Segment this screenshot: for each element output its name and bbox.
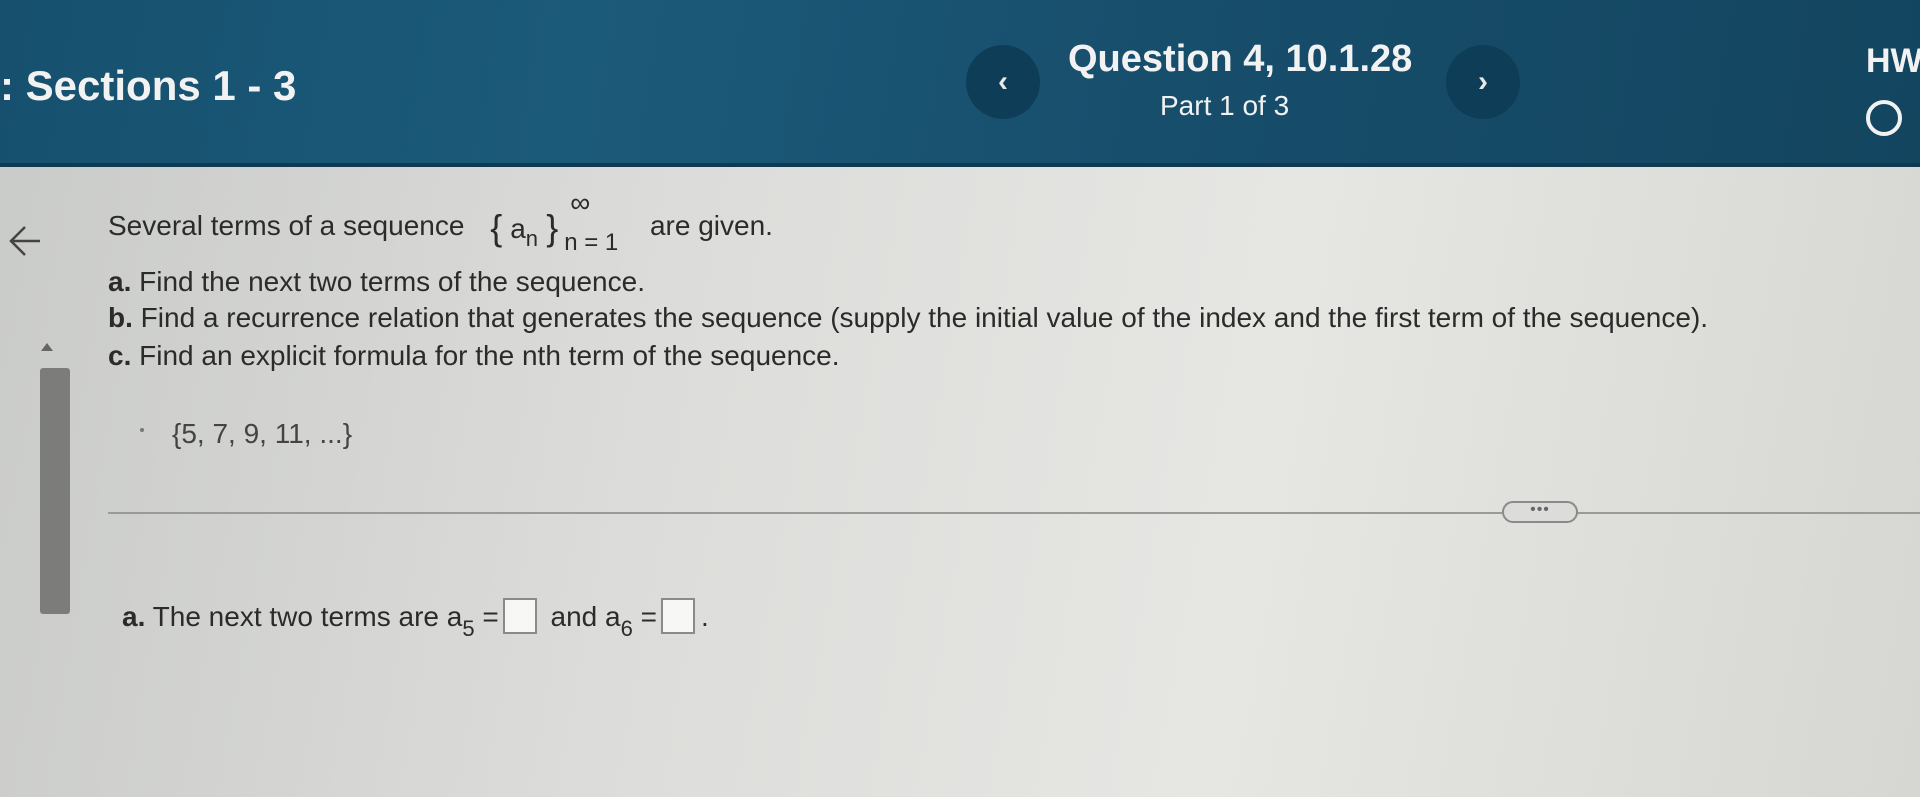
intro-prefix: Several terms of a sequence — [108, 210, 465, 241]
section-title: : Sections 1 - 3 — [0, 62, 297, 109]
previous-question-button[interactable]: ‹ — [966, 45, 1040, 119]
score-circle-icon[interactable] — [1866, 100, 1902, 136]
header-divider — [0, 163, 1920, 167]
sequence-brace-right: } — [546, 206, 559, 248]
chevron-left-icon: ‹ — [998, 65, 1008, 98]
a6-label: a6 — [605, 601, 633, 641]
chevron-right-icon: › — [1478, 65, 1488, 98]
sequence-brace-left: { — [490, 206, 503, 248]
intro-suffix: are given. — [649, 210, 773, 241]
section-divider — [108, 512, 1920, 514]
question-title: Question 4, 10.1.28 — [1068, 38, 1413, 80]
header-bar: : Sections 1 - 3 ‹ Question 4, 10.1.28 P… — [0, 0, 1920, 167]
triangle-up-icon[interactable] — [40, 342, 54, 352]
a6-answer-input[interactable] — [660, 598, 695, 634]
answer-part-a: a. The next two terms are a5 = and a6 =. — [122, 598, 709, 642]
sequence-lower-bound: n = 1 — [564, 228, 619, 256]
next-question-button[interactable]: › — [1446, 45, 1520, 119]
part-a-instruction: a. Find the next two terms of the sequen… — [108, 266, 645, 297]
a5-answer-input[interactable] — [502, 598, 537, 634]
sequence-upper-bound: ∞ — [570, 186, 591, 218]
a5-label: a5 — [446, 601, 475, 641]
more-options-button[interactable]: ••• — [1502, 501, 1578, 523]
part-c-instruction: c. Find an explicit formula for the nth … — [108, 340, 840, 371]
question-part-label: Part 1 of 3 — [1160, 90, 1290, 121]
sequence-term: an — [510, 212, 539, 251]
hw-score-label: HW — [1866, 42, 1920, 80]
given-sequence: {5, 7, 9, 11, ...} — [172, 418, 353, 449]
part-b-instruction: b. Find a recurrence relation that gener… — [108, 302, 1709, 333]
left-arrow-icon[interactable] — [8, 224, 42, 258]
sequence-notation: { an } ∞ n = 1 — [472, 187, 642, 256]
bullet-dot-icon — [140, 428, 144, 432]
scrollbar-thumb[interactable] — [40, 368, 70, 614]
problem-intro: Several terms of a sequence { an } ∞ n =… — [108, 187, 773, 256]
